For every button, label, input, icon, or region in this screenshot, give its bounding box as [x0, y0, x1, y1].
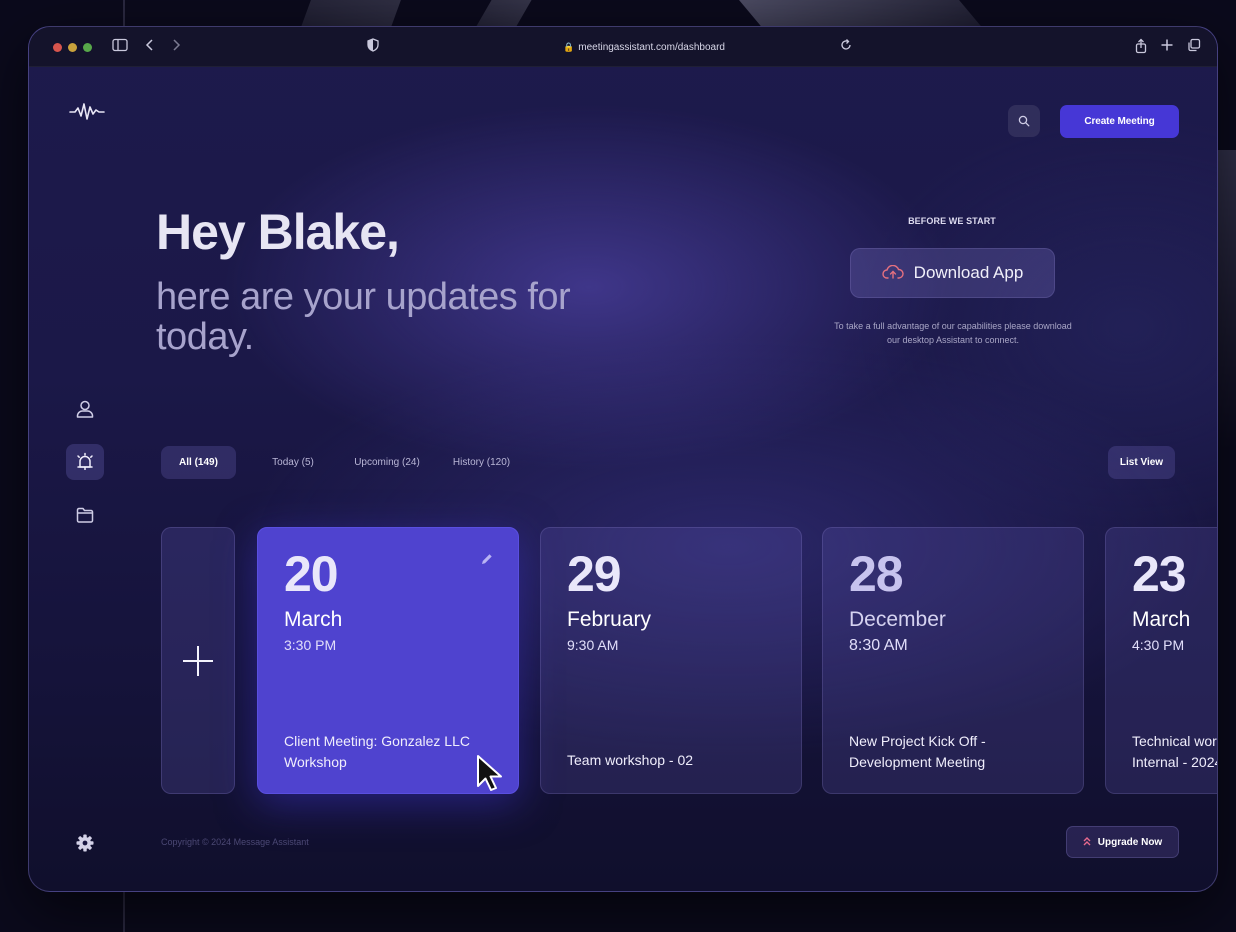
meeting-day: 29 — [567, 546, 622, 602]
meeting-month: March — [1132, 608, 1191, 631]
meeting-title: Team workshop - 02 — [567, 752, 694, 768]
waveform-logo-icon[interactable] — [69, 99, 105, 128]
pencil-icon[interactable] — [480, 552, 494, 571]
tab-upcoming[interactable]: Upcoming (24) — [343, 446, 431, 479]
window-controls — [53, 43, 92, 52]
meeting-month: February — [567, 608, 652, 631]
maximize-window-button[interactable] — [83, 43, 92, 52]
before-we-start-label: BEFORE WE START — [908, 216, 996, 226]
search-button[interactable] — [1008, 105, 1040, 137]
forward-icon[interactable] — [171, 38, 181, 56]
back-icon[interactable] — [145, 38, 155, 56]
tab-overview-icon[interactable] — [1187, 38, 1201, 56]
mouse-cursor-icon — [476, 754, 506, 797]
browser-window: 🔒 meetingassistant.com/dashboard Create M… — [28, 26, 1218, 892]
sidebar-item-profile[interactable] — [66, 391, 104, 427]
download-app-label: Download App — [913, 263, 1024, 282]
meeting-day: 23 — [1132, 546, 1187, 602]
sidebar-item-settings[interactable] — [66, 825, 104, 861]
url-text: meetingassistant.com/dashboard — [578, 42, 725, 53]
meeting-time: 3:30 PM — [284, 637, 337, 653]
close-window-button[interactable] — [53, 43, 62, 52]
meeting-month: December — [849, 608, 946, 631]
folder-icon — [76, 507, 94, 523]
search-icon — [1018, 115, 1030, 127]
meeting-card[interactable]: 28 December 8:30 AM New Project Kick Off… — [822, 527, 1084, 794]
double-chevron-up-icon — [1083, 836, 1091, 848]
browser-toolbar: 🔒 meetingassistant.com/dashboard — [29, 27, 1217, 67]
create-meeting-button[interactable]: Create Meeting — [1060, 105, 1179, 138]
meeting-time: 8:30 AM — [849, 637, 908, 654]
gear-icon — [76, 834, 94, 852]
meeting-month: March — [284, 608, 343, 631]
meeting-day: 28 — [849, 546, 904, 602]
meeting-title: Technical workshop Internal - 2024 — [1132, 733, 1217, 770]
tab-today[interactable]: Today (5) — [258, 446, 328, 479]
new-tab-icon[interactable] — [1160, 38, 1174, 56]
address-bar[interactable]: 🔒 meetingassistant.com/dashboard — [499, 39, 789, 56]
meeting-time: 9:30 AM — [567, 637, 619, 653]
greeting-heading: Hey Blake, — [156, 204, 400, 260]
reload-icon[interactable] — [840, 38, 852, 56]
user-icon — [76, 400, 94, 418]
alarm-icon — [77, 452, 93, 470]
meeting-day: 20 — [284, 546, 339, 602]
copyright-text: Copyright © 2024 Message Assistant — [161, 837, 309, 847]
share-icon[interactable] — [1135, 38, 1147, 58]
lock-icon: 🔒 — [563, 42, 575, 52]
download-app-button[interactable]: Download App — [850, 248, 1055, 298]
meeting-time: 4:30 PM — [1132, 637, 1185, 653]
sidebar-item-files[interactable] — [66, 497, 104, 533]
upgrade-now-label: Upgrade Now — [1097, 836, 1163, 848]
minimize-window-button[interactable] — [68, 43, 77, 52]
meeting-card[interactable]: 23 March 4:30 PM Technical workshop Inte… — [1105, 527, 1217, 794]
plus-icon — [183, 645, 213, 676]
shield-icon[interactable] — [367, 38, 379, 56]
list-view-button[interactable]: List View — [1108, 446, 1175, 479]
cloud-download-icon — [881, 265, 904, 279]
download-note: To take a full advantage of our capabili… — [834, 321, 1072, 345]
upgrade-now-button[interactable]: Upgrade Now — [1066, 826, 1179, 858]
add-meeting-card[interactable] — [161, 527, 235, 794]
sidebar-item-alarms[interactable] — [66, 444, 104, 480]
meeting-title: Client Meeting: Gonzalez LLC Workshop — [284, 733, 470, 770]
tab-history[interactable]: History (120) — [444, 446, 519, 479]
meeting-title: New Project Kick Off - Development Meeti… — [849, 733, 986, 770]
sidebar-toggle-icon[interactable] — [112, 38, 128, 56]
meeting-card[interactable]: 29 February 9:30 AM Team workshop - 02 — [540, 527, 802, 794]
greeting-subtitle: here are your updates for today. — [156, 276, 571, 358]
tab-all[interactable]: All (149) — [161, 446, 236, 479]
